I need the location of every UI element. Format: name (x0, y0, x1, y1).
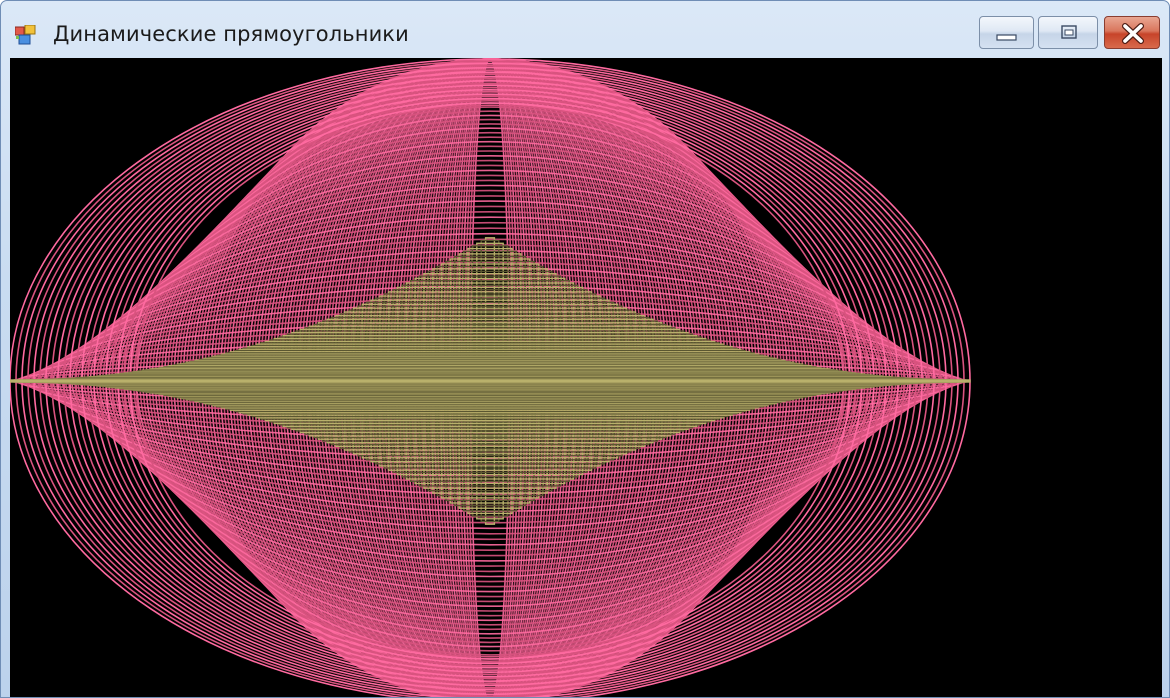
maximize-icon (1061, 25, 1077, 39)
minimize-icon (996, 34, 1017, 41)
maximize-button[interactable] (1038, 16, 1098, 49)
drawing-canvas (10, 58, 1162, 697)
title-bar[interactable]: Динамические прямоугольники (1, 1, 1169, 58)
close-icon (1122, 23, 1144, 44)
window-title: Динамические прямоугольники (53, 22, 409, 46)
windows-form-app-icon (15, 25, 36, 45)
app-window: Динамические прямоугольники (0, 0, 1170, 698)
minimize-button[interactable] (979, 16, 1034, 49)
dynamic-rectangles-drawing (10, 58, 971, 697)
close-button[interactable] (1104, 16, 1160, 49)
